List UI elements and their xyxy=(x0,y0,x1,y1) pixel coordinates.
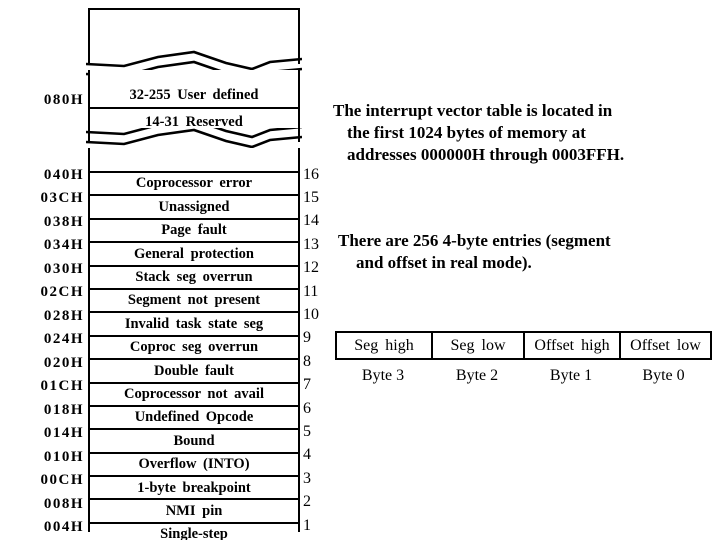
interrupt-number: 9 xyxy=(303,329,311,347)
interrupt-number: 10 xyxy=(303,306,319,324)
table-fragment-top-continuation xyxy=(88,8,300,64)
table-row: Unassigned xyxy=(90,196,298,220)
row-label-segment-not-present: Segment not present xyxy=(127,292,261,309)
note-line: the first 1024 bytes of memory at xyxy=(347,123,586,142)
address-label-030H: 030H xyxy=(43,261,84,277)
row-label-coproc-seg-overrun: Coproc seg overrun xyxy=(129,339,259,356)
byte-cell-seg-low: Seg low xyxy=(433,333,525,358)
address-label-020H: 020H xyxy=(43,355,84,371)
address-label-004H: 004H xyxy=(43,519,84,535)
table-row: Undefined Opcode xyxy=(90,406,298,431)
address-label-03CH: 03CH xyxy=(40,190,84,206)
address-label-00CH: 00CH xyxy=(40,472,84,488)
interrupt-number: 2 xyxy=(303,493,311,511)
table-row: Segment not present xyxy=(90,289,298,314)
address-label-040H: 040H xyxy=(43,167,84,183)
address-label-028H: 028H xyxy=(43,308,84,324)
vector-entry-byte-layout-table: Seg high Seg low Offset high Offset low xyxy=(335,331,712,360)
row-label-bound: Bound xyxy=(173,432,215,449)
row-label-coprocessor-not-avail: Coprocessor not avail xyxy=(124,385,264,402)
interrupt-number: 13 xyxy=(303,235,319,253)
byte-caption-0: Byte 0 xyxy=(642,367,685,384)
byte-cell-seg-high: Seg high xyxy=(337,333,433,358)
row-label-undefined-opcode: Undefined Opcode xyxy=(134,409,254,426)
table-fragment-vectors: Coprocessor error Unassigned Page fault … xyxy=(88,148,300,540)
table-row: Single-step xyxy=(90,523,298,540)
byte-cell-offset-high: Offset high xyxy=(525,333,621,358)
interrupt-number-column: 16 15 14 13 12 11 10 9 8 7 6 5 4 3 2 1 0 xyxy=(303,163,333,540)
row-label-single-step: Single-step xyxy=(160,526,228,540)
note-line: and offset in real mode). xyxy=(356,253,532,272)
interrupt-number: 3 xyxy=(303,469,311,487)
table-row: Stack seg overrun xyxy=(90,266,298,290)
table-row: Coproc seg overrun xyxy=(90,336,298,361)
table-row: General protection xyxy=(90,243,298,267)
interrupt-number: 1 xyxy=(303,516,311,534)
note-line: There are 256 4-byte entries (segment xyxy=(338,231,611,250)
address-label-column: 080H 040H 03CH 038H 034H 030H 02CH 028H … xyxy=(0,0,84,540)
address-label-008H: 008H xyxy=(43,496,84,512)
byte-caption-2: Byte 2 xyxy=(455,367,499,384)
table-row: Page fault xyxy=(90,219,298,244)
interrupt-number: 12 xyxy=(303,259,319,277)
row-label-general-protection: General protection xyxy=(134,245,254,262)
table-row: Bound xyxy=(90,430,298,454)
row-label-coprocessor-error: Coprocessor error xyxy=(135,175,253,192)
byte-cell-offset-low: Offset low xyxy=(630,336,701,354)
interrupt-number: 4 xyxy=(303,446,311,464)
table-row: Coprocessor error xyxy=(90,173,298,197)
address-label-010H: 010H xyxy=(43,449,84,465)
interrupt-vector-table: 32-255 User defined 14-31 Reserved Copro… xyxy=(86,8,302,540)
interrupt-number: 16 xyxy=(303,165,319,183)
row-label-reserved: 14-31 Reserved xyxy=(145,113,243,130)
vector-row-group: Coprocessor error Unassigned Page fault … xyxy=(90,171,298,540)
row-label-1-byte-breakpoint: 1-byte breakpoint xyxy=(137,479,251,496)
address-label-038H: 038H xyxy=(43,214,84,230)
row-label-user-defined: 32-255 User defined xyxy=(129,86,259,103)
byte-caption-1: Byte 1 xyxy=(549,367,593,384)
interrupt-number: 7 xyxy=(303,376,311,394)
interrupt-number: 14 xyxy=(303,212,319,230)
row-label-nmi-pin: NMI pin xyxy=(165,502,223,519)
address-label-014H: 014H xyxy=(43,425,84,441)
table-row: Overflow (INTO) xyxy=(90,453,298,478)
address-label-024H: 024H xyxy=(43,331,84,347)
interrupt-number: 15 xyxy=(303,189,319,207)
row-label-overflow-into: Overflow (INTO) xyxy=(138,456,250,473)
interrupt-number: 5 xyxy=(303,422,311,440)
address-label-02CH: 02CH xyxy=(40,284,84,300)
row-label-unassigned: Unassigned xyxy=(158,198,230,215)
row-label-invalid-task-state-seg: Invalid task state seg xyxy=(124,315,264,332)
address-label-018H: 018H xyxy=(43,402,84,418)
note-line: The interrupt vector table is located in xyxy=(333,101,613,120)
table-row: 14-31 Reserved xyxy=(90,109,298,135)
interrupt-number: 11 xyxy=(303,282,319,300)
byte-layout-caption-row: Byte 3 Byte 2 Byte 1 Byte 0 xyxy=(335,365,712,387)
byte-caption-3: Byte 3 xyxy=(361,367,405,384)
table-fragment-ranges: 32-255 User defined 14-31 Reserved xyxy=(88,70,300,142)
table-row: 1-byte breakpoint xyxy=(90,477,298,501)
note-paragraph-entries: There are 256 4-byte entries (segment an… xyxy=(338,230,611,274)
table-row: Double fault xyxy=(90,360,298,384)
note-paragraph-location: The interrupt vector table is located in… xyxy=(333,100,624,166)
range-row-group: 32-255 User defined 14-31 Reserved xyxy=(90,83,298,135)
row-label-double-fault: Double fault xyxy=(154,362,234,379)
address-label-034H: 034H xyxy=(43,237,84,253)
table-row: Invalid task state seg xyxy=(90,313,298,337)
table-row: Coprocessor not avail xyxy=(90,383,298,407)
table-row: 32-255 User defined xyxy=(90,83,298,109)
row-label-page-fault: Page fault xyxy=(161,222,227,239)
interrupt-number: 8 xyxy=(303,352,311,370)
interrupt-vector-table-diagram: 080H 040H 03CH 038H 034H 030H 02CH 028H … xyxy=(0,0,720,540)
interrupt-number: 6 xyxy=(303,399,311,417)
address-label-080H: 080H xyxy=(43,92,84,108)
note-line: addresses 000000H through 0003FFH. xyxy=(347,145,625,164)
address-label-01CH: 01CH xyxy=(40,378,84,394)
table-row: NMI pin xyxy=(90,500,298,524)
row-label-stack-seg-overrun: Stack seg overrun xyxy=(135,269,253,285)
